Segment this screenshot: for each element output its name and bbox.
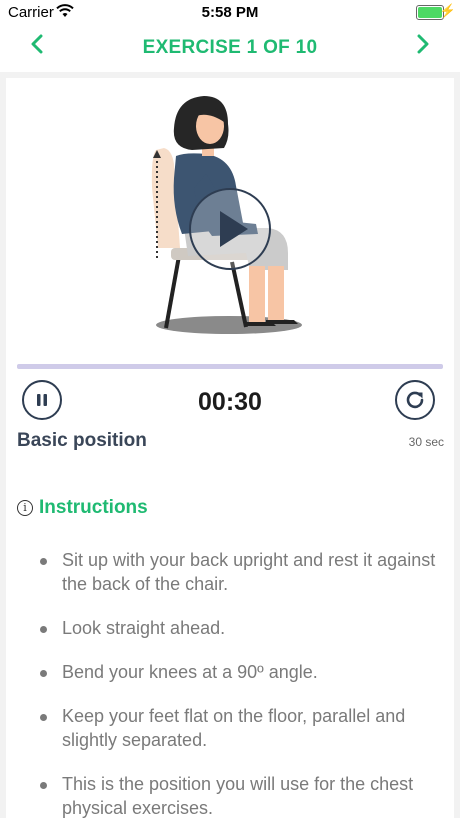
charging-icon: ⚡ <box>439 3 456 18</box>
status-time: 5:58 PM <box>201 4 259 21</box>
instruction-item: Keep your feet flat on the floor, parall… <box>40 704 440 752</box>
battery-fill <box>418 7 442 18</box>
leg <box>268 266 284 320</box>
info-icon: i <box>17 500 33 516</box>
play-button[interactable] <box>189 188 271 270</box>
instruction-item: Look straight ahead. <box>40 616 440 640</box>
timer-display: 00:30 <box>198 388 262 416</box>
shoe <box>266 320 298 324</box>
exercise-illustration <box>151 96 302 334</box>
status-bar: Carrier 5:58 PM ⚡ <box>0 0 460 24</box>
duration-label: 30 sec <box>408 435 444 449</box>
instruction-item: This is the position you will use for th… <box>40 772 440 818</box>
restart-icon <box>406 391 424 409</box>
instructions-list: Sit up with your back upright and rest i… <box>40 548 440 818</box>
exercise-progress-track <box>17 364 443 369</box>
instructions-header: i Instructions <box>17 496 148 520</box>
chair-leg <box>164 255 181 329</box>
next-button[interactable] <box>408 32 438 62</box>
nav-bar: EXERCISE 1 OF 10 <box>0 24 460 72</box>
chevron-right-icon <box>417 34 429 54</box>
restart-button[interactable] <box>395 380 435 420</box>
position-title: Basic position <box>17 430 147 451</box>
instruction-item: Bend your knees at a 90º angle. <box>40 660 440 684</box>
instruction-item: Sit up with your back upright and rest i… <box>40 548 440 596</box>
leg <box>249 266 265 322</box>
exercise-card: 00:30 Basic position 30 sec i Instructio… <box>6 78 454 818</box>
page-title: EXERCISE 1 OF 10 <box>142 37 318 58</box>
instructions-title: Instructions <box>39 497 148 518</box>
